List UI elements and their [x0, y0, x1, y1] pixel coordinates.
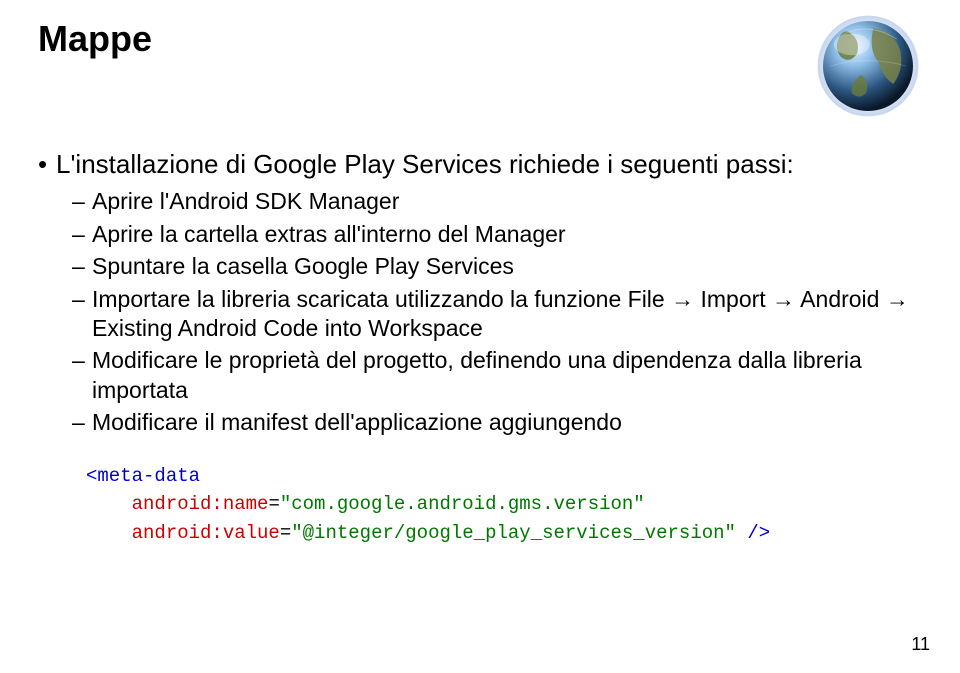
step-item: Spuntare la casella Google Play Services — [92, 252, 922, 281]
code-attr1-value: "com.google.android.gms.version" — [280, 493, 645, 515]
code-tag-open: <meta-data — [86, 465, 200, 487]
page-title: Mappe — [38, 18, 152, 60]
code-attr1-name: android:name — [132, 493, 269, 515]
intro-bullet: L'installazione di Google Play Services … — [56, 148, 922, 438]
globe-icon — [814, 12, 922, 120]
content: L'installazione di Google Play Services … — [38, 148, 922, 547]
bullet-list: L'installazione di Google Play Services … — [38, 148, 922, 438]
header: Mappe — [38, 18, 922, 120]
step-item: Importare la libreria scaricata utilizza… — [92, 285, 922, 344]
step-item: Aprire l'Android SDK Manager — [92, 187, 922, 216]
slide: Mappe — [0, 0, 960, 547]
code-attr2-value: "@integer/google_play_services_version" — [291, 522, 736, 544]
steps-list: Aprire l'Android SDK Manager Aprire la c… — [56, 187, 922, 438]
step-item: Aprire la cartella extras all'interno de… — [92, 220, 922, 249]
code-tag-close: /> — [736, 522, 770, 544]
step-item: Modificare il manifest dell'applicazione… — [92, 408, 922, 437]
code-attr2-name: android:value — [132, 522, 280, 544]
page-number: 11 — [911, 634, 930, 655]
code-snippet: <meta-data android:name="com.google.andr… — [86, 462, 922, 548]
intro-text: L'installazione di Google Play Services … — [56, 149, 794, 179]
step-item: Modificare le proprietà del progetto, de… — [92, 346, 922, 405]
